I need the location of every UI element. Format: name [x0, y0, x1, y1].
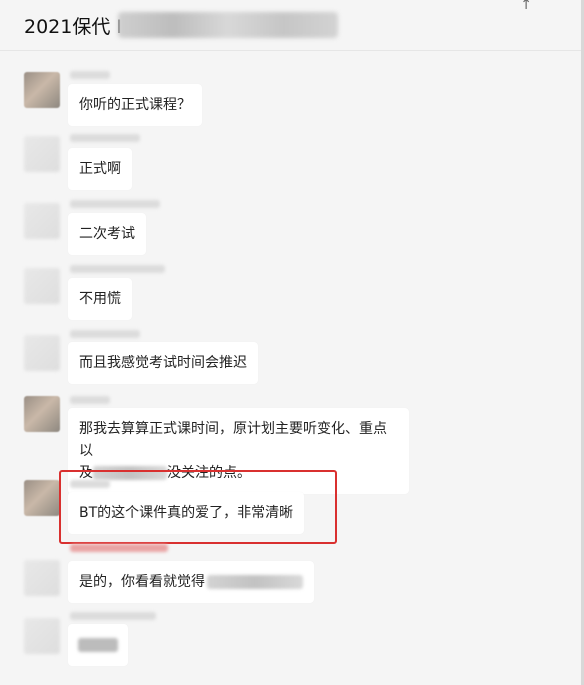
avatar[interactable] — [24, 618, 60, 654]
avatar[interactable] — [24, 480, 60, 516]
message-bubble: 是的，你看看就觉得 — [68, 561, 314, 603]
message-text: 二次考试 — [79, 226, 135, 242]
message-bubble — [68, 624, 128, 666]
message-text: 你听的正式课程？ — [79, 97, 191, 113]
avatar[interactable] — [24, 268, 60, 304]
sender-name-redaction — [70, 71, 110, 79]
avatar[interactable] — [24, 136, 60, 172]
message-bubble: 你听的正式课程？ — [68, 84, 202, 126]
message-text: 而且我感觉考试时间会推迟 — [79, 355, 247, 371]
message-bubble: 不用慌 — [68, 278, 132, 320]
message-bubble: 正式啊 — [68, 148, 132, 190]
message-bubble: 而且我感觉考试时间会推迟 — [68, 342, 258, 384]
highlight-box — [59, 470, 337, 544]
avatar[interactable] — [24, 72, 60, 108]
avatar[interactable] — [24, 335, 60, 371]
message-text-line1: 那我去算算正式课时间，原计划主要听变化、重点以 — [79, 421, 387, 459]
pin-icon[interactable]: ↑ — [520, 0, 532, 13]
chat-header: 2021保代 I ↑ — [0, 0, 584, 51]
sender-name-redaction — [70, 612, 156, 620]
message-bubble: 二次考试 — [68, 213, 146, 255]
sender-name-redaction — [70, 396, 110, 404]
message-text: 正式啊 — [79, 161, 121, 177]
title-redaction — [118, 12, 338, 38]
avatar[interactable] — [24, 560, 60, 596]
sender-name-redaction — [70, 200, 160, 208]
message-text: 是的，你看看就觉得 — [79, 574, 205, 590]
sender-name-redaction — [70, 265, 165, 273]
sender-name-redaction — [70, 544, 168, 552]
text-redaction — [78, 638, 118, 652]
text-redaction — [207, 575, 303, 589]
avatar[interactable] — [24, 396, 60, 432]
sender-name-redaction — [70, 134, 140, 142]
message-text: 不用慌 — [79, 291, 121, 307]
chat-title: 2021保代 I — [24, 16, 122, 38]
avatar[interactable] — [24, 203, 60, 239]
sender-name-redaction — [70, 330, 140, 338]
